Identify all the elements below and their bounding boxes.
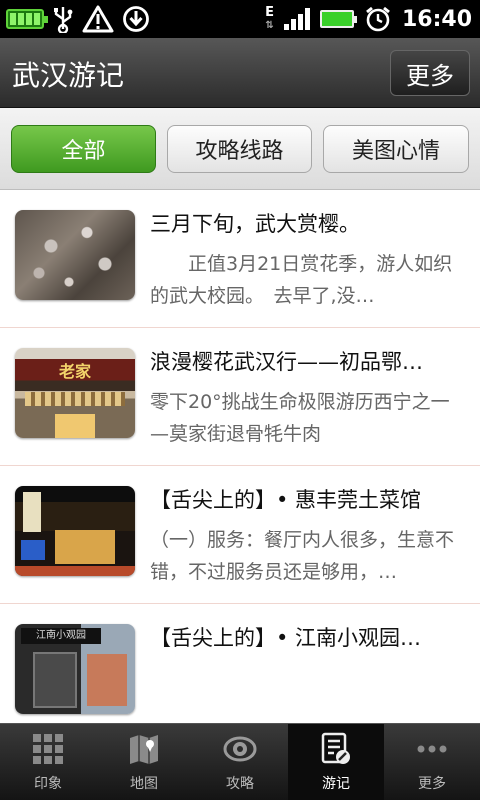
nav-impression[interactable]: 印象 [0, 724, 96, 800]
travel-notes-list: 三月下旬，武大赏樱。 正值3月21日赏花季，游人如织的武大校园。 去早了,没… … [0, 190, 480, 723]
warning-icon [82, 5, 114, 33]
item-description: （一）服务：餐厅内人很多，生意不错，不过服务员还是够用，… [150, 529, 455, 583]
nav-map[interactable]: 地图 [96, 724, 192, 800]
list-item[interactable]: 【舌尖上的】• 惠丰莞土菜馆 （一）服务：餐厅内人很多，生意不错，不过服务员还是… [0, 466, 480, 604]
status-bar: E ⇅ 16:40 [0, 0, 480, 38]
filter-all-tab[interactable]: 全部 [11, 125, 156, 173]
battery-icon [319, 10, 357, 28]
filter-photo-tab[interactable]: 美图心情 [323, 125, 469, 173]
charging-battery-icon [6, 9, 48, 29]
status-right-icons: E ⇅ 16:40 [265, 4, 472, 34]
filter-route-tab[interactable]: 攻略线路 [167, 125, 312, 173]
nav-guide[interactable]: 攻略 [192, 724, 288, 800]
filter-tabs: 全部 攻略线路 美图心情 [0, 108, 480, 190]
nav-label: 印象 [34, 776, 62, 792]
cherry-blossom-thumbnail [15, 210, 135, 300]
more-dots-icon [417, 745, 447, 753]
night-restaurant-thumbnail [15, 486, 135, 576]
eye-icon [223, 736, 257, 762]
shop-sign-text: 江南小观园 [21, 628, 101, 644]
note-edit-icon [321, 732, 350, 764]
nav-label: 游记 [322, 776, 350, 792]
edge-data-icon: E ⇅ [265, 5, 274, 31]
alarm-icon [366, 6, 390, 32]
item-title: 三月下旬，武大赏樱。 [150, 212, 360, 236]
list-item[interactable]: 老家 浪漫樱花武汉行——初品鄂… 零下20°挑战生命极限游历西宁之一—莫家街退骨… [0, 328, 480, 466]
restaurant-facade-thumbnail: 老家 [15, 348, 135, 438]
nav-label: 攻略 [226, 776, 254, 792]
nav-more[interactable]: 更多 [384, 724, 480, 800]
more-button[interactable]: 更多 [390, 50, 470, 96]
item-description: 零下20°挑战生命极限游历西宁之一—莫家街退骨牦牛肉 [150, 391, 450, 445]
usb-icon [54, 7, 73, 33]
list-item[interactable]: 江南小观园 【舌尖上的】• 江南小观园… [0, 604, 480, 723]
item-title: 【舌尖上的】• 江南小观园… [150, 626, 422, 650]
title-bar: 武汉游记 更多 [0, 38, 480, 108]
page-title: 武汉游记 [12, 59, 125, 92]
status-time: 16:40 [401, 6, 472, 32]
nav-label: 更多 [418, 776, 446, 792]
signal-icon [283, 8, 310, 30]
map-icon [130, 735, 158, 764]
list-item[interactable]: 三月下旬，武大赏樱。 正值3月21日赏花季，游人如织的武大校园。 去早了,没… [0, 190, 480, 328]
download-icon [123, 6, 149, 32]
item-description: 正值3月21日赏花季，游人如织的武大校园。 去早了,没… [150, 253, 453, 307]
grid-icon [33, 734, 63, 764]
bottom-navigation: 印象 地图 攻略 游记 更多 [0, 723, 480, 800]
status-left-icons [6, 4, 150, 34]
nav-label: 地图 [130, 776, 158, 792]
item-title: 浪漫樱花武汉行——初品鄂… [150, 350, 423, 374]
restaurant-sign-text: 老家 [58, 362, 91, 381]
nav-travel-notes[interactable]: 游记 [288, 724, 384, 800]
item-title: 【舌尖上的】• 惠丰莞土菜馆 [150, 488, 422, 512]
shopfront-thumbnail: 江南小观园 [15, 624, 135, 714]
